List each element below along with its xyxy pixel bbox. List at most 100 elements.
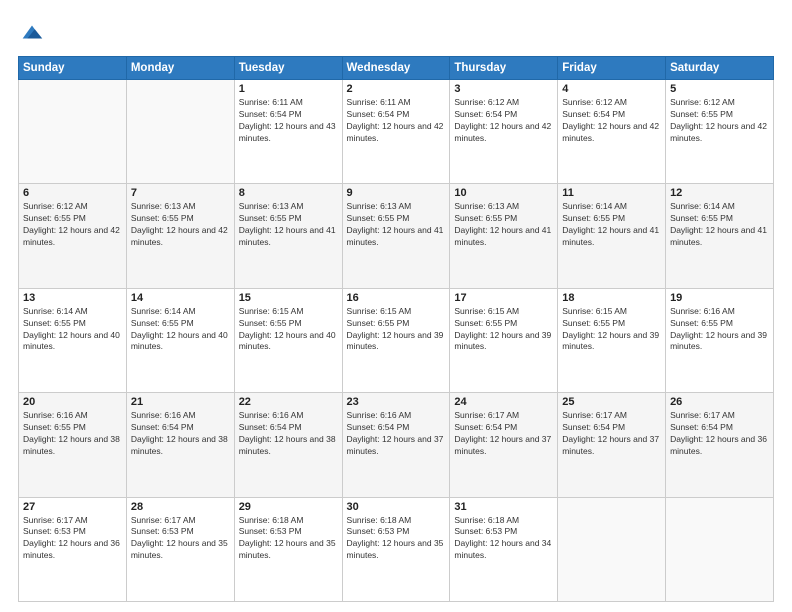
day-info: Sunrise: 6:12 AMSunset: 6:54 PMDaylight:… (562, 97, 661, 145)
calendar-cell: 3 Sunrise: 6:12 AMSunset: 6:54 PMDaylight… (450, 80, 558, 184)
day-number: 28 (131, 501, 230, 513)
day-info: Sunrise: 6:17 AMSunset: 6:54 PMDaylight:… (562, 410, 661, 458)
day-info: Sunrise: 6:17 AMSunset: 6:54 PMDaylight:… (670, 410, 769, 458)
day-info: Sunrise: 6:12 AMSunset: 6:55 PMDaylight:… (23, 201, 122, 249)
day-number: 11 (562, 187, 661, 199)
calendar-cell: 20Sunrise: 6:16 AMSunset: 6:55 PMDayligh… (19, 393, 127, 497)
day-number: 25 (562, 396, 661, 408)
calendar-cell: 6 Sunrise: 6:12 AMSunset: 6:55 PMDaylight… (19, 184, 127, 288)
day-info: Sunrise: 6:16 AMSunset: 6:55 PMDaylight:… (670, 306, 769, 354)
calendar-cell: 9Sunrise: 6:13 AMSunset: 6:55 PMDaylight… (342, 184, 450, 288)
calendar-cell: 15 Sunrise: 6:15 AMSunset: 6:55 PMDayligh… (234, 288, 342, 392)
header (18, 18, 774, 46)
day-number: 18 (562, 292, 661, 304)
calendar-cell (126, 80, 234, 184)
calendar-cell: 29Sunrise: 6:18 AMSunset: 6:53 PMDayligh… (234, 497, 342, 601)
calendar-cell: 19 Sunrise: 6:16 AMSunset: 6:55 PMDayligh… (666, 288, 774, 392)
day-number: 5 (670, 83, 769, 95)
day-info: Sunrise: 6:15 AMSunset: 6:55 PMDaylight:… (347, 306, 446, 354)
calendar-cell: 2Sunrise: 6:11 AMSunset: 6:54 PMDaylight… (342, 80, 450, 184)
day-number: 27 (23, 501, 122, 513)
day-info: Sunrise: 6:13 AMSunset: 6:55 PMDaylight:… (131, 201, 230, 249)
calendar-cell: 1 Sunrise: 6:11 AMSunset: 6:54 PMDaylight… (234, 80, 342, 184)
calendar-cell: 7 Sunrise: 6:13 AMSunset: 6:55 PMDaylight… (126, 184, 234, 288)
calendar-cell: 14 Sunrise: 6:14 AMSunset: 6:55 PMDayligh… (126, 288, 234, 392)
day-info: Sunrise: 6:18 AMSunset: 6:53 PMDaylight:… (347, 515, 446, 563)
week-row-4: 20Sunrise: 6:16 AMSunset: 6:55 PMDayligh… (19, 393, 774, 497)
calendar-cell (558, 497, 666, 601)
calendar-cell: 24 Sunrise: 6:17 AMSunset: 6:54 PMDayligh… (450, 393, 558, 497)
day-info: Sunrise: 6:15 AMSunset: 6:55 PMDaylight:… (239, 306, 338, 354)
calendar-table: SundayMondayTuesdayWednesdayThursdayFrid… (18, 56, 774, 602)
calendar-cell: 18 Sunrise: 6:15 AMSunset: 6:55 PMDayligh… (558, 288, 666, 392)
day-info: Sunrise: 6:12 AMSunset: 6:54 PMDaylight:… (454, 97, 553, 145)
day-number: 3 (454, 83, 553, 95)
weekday-header-thursday: Thursday (450, 57, 558, 80)
day-number: 1 (239, 83, 338, 95)
day-info: Sunrise: 6:17 AMSunset: 6:53 PMDaylight:… (131, 515, 230, 563)
day-number: 21 (131, 396, 230, 408)
day-number: 26 (670, 396, 769, 408)
calendar-cell: 28 Sunrise: 6:17 AMSunset: 6:53 PMDayligh… (126, 497, 234, 601)
day-number: 4 (562, 83, 661, 95)
day-info: Sunrise: 6:11 AMSunset: 6:54 PMDaylight:… (347, 97, 446, 145)
calendar-cell: 30 Sunrise: 6:18 AMSunset: 6:53 PMDayligh… (342, 497, 450, 601)
day-info: Sunrise: 6:11 AMSunset: 6:54 PMDaylight:… (239, 97, 338, 145)
day-info: Sunrise: 6:17 AMSunset: 6:53 PMDaylight:… (23, 515, 122, 563)
calendar-cell: 16Sunrise: 6:15 AMSunset: 6:55 PMDayligh… (342, 288, 450, 392)
day-number: 17 (454, 292, 553, 304)
calendar-cell: 27 Sunrise: 6:17 AMSunset: 6:53 PMDayligh… (19, 497, 127, 601)
day-number: 19 (670, 292, 769, 304)
day-info: Sunrise: 6:14 AMSunset: 6:55 PMDaylight:… (23, 306, 122, 354)
day-number: 30 (347, 501, 446, 513)
day-info: Sunrise: 6:13 AMSunset: 6:55 PMDaylight:… (239, 201, 338, 249)
day-number: 14 (131, 292, 230, 304)
day-info: Sunrise: 6:12 AMSunset: 6:55 PMDaylight:… (670, 97, 769, 145)
day-number: 31 (454, 501, 553, 513)
calendar-cell: 23 Sunrise: 6:16 AMSunset: 6:54 PMDayligh… (342, 393, 450, 497)
day-info: Sunrise: 6:13 AMSunset: 6:55 PMDaylight:… (454, 201, 553, 249)
day-info: Sunrise: 6:16 AMSunset: 6:54 PMDaylight:… (347, 410, 446, 458)
calendar-cell: 21 Sunrise: 6:16 AMSunset: 6:54 PMDayligh… (126, 393, 234, 497)
day-info: Sunrise: 6:15 AMSunset: 6:55 PMDaylight:… (562, 306, 661, 354)
calendar-cell: 31 Sunrise: 6:18 AMSunset: 6:53 PMDayligh… (450, 497, 558, 601)
weekday-header-wednesday: Wednesday (342, 57, 450, 80)
logo (18, 18, 50, 46)
weekday-header-friday: Friday (558, 57, 666, 80)
calendar-cell: 4 Sunrise: 6:12 AMSunset: 6:54 PMDaylight… (558, 80, 666, 184)
calendar-cell: 8Sunrise: 6:13 AMSunset: 6:55 PMDaylight… (234, 184, 342, 288)
day-info: Sunrise: 6:14 AMSunset: 6:55 PMDaylight:… (131, 306, 230, 354)
page: SundayMondayTuesdayWednesdayThursdayFrid… (0, 0, 792, 612)
weekday-header-row: SundayMondayTuesdayWednesdayThursdayFrid… (19, 57, 774, 80)
day-number: 23 (347, 396, 446, 408)
day-info: Sunrise: 6:13 AMSunset: 6:55 PMDaylight:… (347, 201, 446, 249)
week-row-5: 27 Sunrise: 6:17 AMSunset: 6:53 PMDayligh… (19, 497, 774, 601)
week-row-3: 13Sunrise: 6:14 AMSunset: 6:55 PMDayligh… (19, 288, 774, 392)
calendar-cell: 12 Sunrise: 6:14 AMSunset: 6:55 PMDayligh… (666, 184, 774, 288)
calendar-cell: 25 Sunrise: 6:17 AMSunset: 6:54 PMDayligh… (558, 393, 666, 497)
weekday-header-monday: Monday (126, 57, 234, 80)
day-number: 24 (454, 396, 553, 408)
day-number: 6 (23, 187, 122, 199)
calendar-cell: 5 Sunrise: 6:12 AMSunset: 6:55 PMDaylight… (666, 80, 774, 184)
week-row-1: 1 Sunrise: 6:11 AMSunset: 6:54 PMDaylight… (19, 80, 774, 184)
day-info: Sunrise: 6:18 AMSunset: 6:53 PMDaylight:… (239, 515, 338, 563)
day-info: Sunrise: 6:18 AMSunset: 6:53 PMDaylight:… (454, 515, 553, 563)
day-number: 10 (454, 187, 553, 199)
day-number: 15 (239, 292, 338, 304)
weekday-header-sunday: Sunday (19, 57, 127, 80)
day-number: 20 (23, 396, 122, 408)
calendar-cell: 10 Sunrise: 6:13 AMSunset: 6:55 PMDayligh… (450, 184, 558, 288)
day-info: Sunrise: 6:17 AMSunset: 6:54 PMDaylight:… (454, 410, 553, 458)
calendar-cell: 22Sunrise: 6:16 AMSunset: 6:54 PMDayligh… (234, 393, 342, 497)
calendar-cell (666, 497, 774, 601)
logo-icon (18, 18, 46, 46)
day-info: Sunrise: 6:16 AMSunset: 6:54 PMDaylight:… (131, 410, 230, 458)
week-row-2: 6 Sunrise: 6:12 AMSunset: 6:55 PMDaylight… (19, 184, 774, 288)
day-number: 7 (131, 187, 230, 199)
day-info: Sunrise: 6:14 AMSunset: 6:55 PMDaylight:… (670, 201, 769, 249)
day-info: Sunrise: 6:16 AMSunset: 6:54 PMDaylight:… (239, 410, 338, 458)
day-info: Sunrise: 6:14 AMSunset: 6:55 PMDaylight:… (562, 201, 661, 249)
day-number: 12 (670, 187, 769, 199)
day-info: Sunrise: 6:15 AMSunset: 6:55 PMDaylight:… (454, 306, 553, 354)
